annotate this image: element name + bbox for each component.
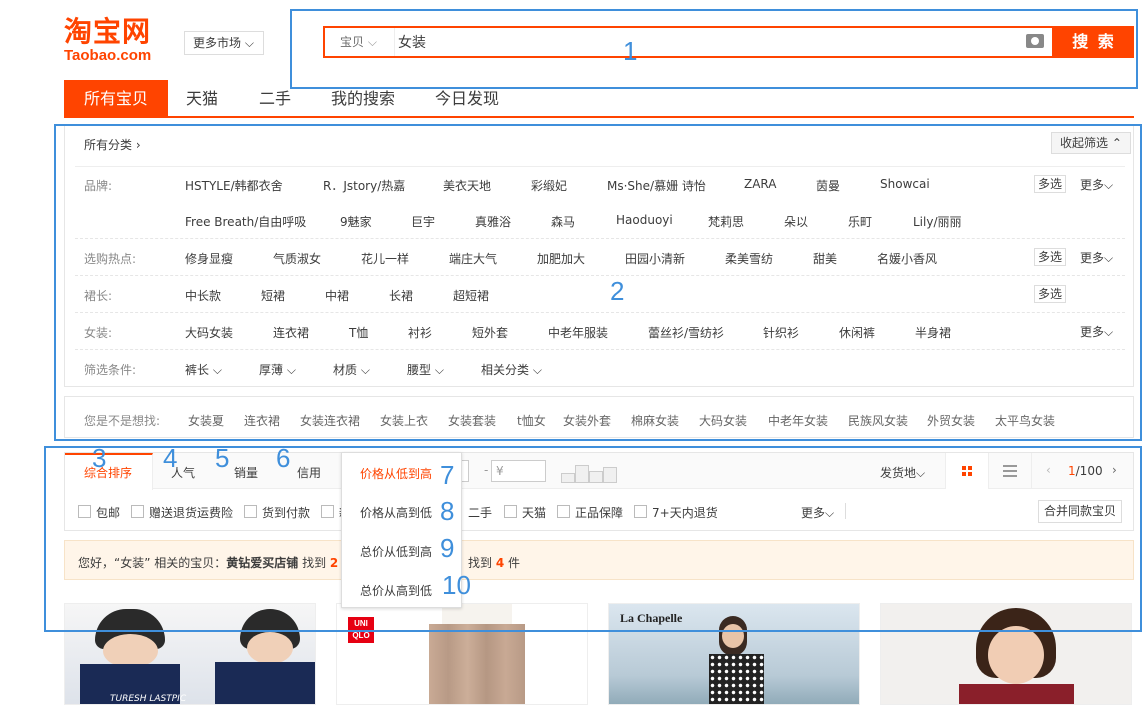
annotation-number: 1 bbox=[623, 36, 638, 66]
annotation-number: 4 bbox=[163, 443, 178, 473]
annotation-number: 3 bbox=[92, 443, 107, 473]
annotation-box-search bbox=[290, 9, 1138, 89]
annotation-number: 8 bbox=[440, 496, 455, 526]
logo-text: 淘宝网 bbox=[64, 15, 152, 48]
annotation-box-sort bbox=[44, 446, 1142, 632]
annotation-number: 6 bbox=[276, 443, 291, 473]
logo-sub: Taobao.com bbox=[64, 47, 152, 64]
annotation-number: 5 bbox=[215, 443, 230, 473]
annotation-number: 2 bbox=[610, 276, 625, 306]
more-markets-button[interactable]: 更多市场 ⌵ bbox=[184, 31, 264, 55]
annotation-number: 7 bbox=[440, 460, 455, 490]
tab-secondhand[interactable]: 二手 bbox=[259, 80, 291, 117]
tab-tmall[interactable]: 天猫 bbox=[186, 80, 218, 117]
annotation-number: 9 bbox=[440, 533, 455, 563]
card-print-text: TURESH LASTPIC bbox=[110, 694, 187, 704]
taobao-logo[interactable]: 淘宝网 Taobao.com bbox=[64, 16, 174, 68]
annotation-box-filters bbox=[54, 124, 1142, 441]
tab-all-items[interactable]: 所有宝贝 bbox=[64, 80, 169, 117]
annotation-number: 10 bbox=[442, 570, 471, 600]
